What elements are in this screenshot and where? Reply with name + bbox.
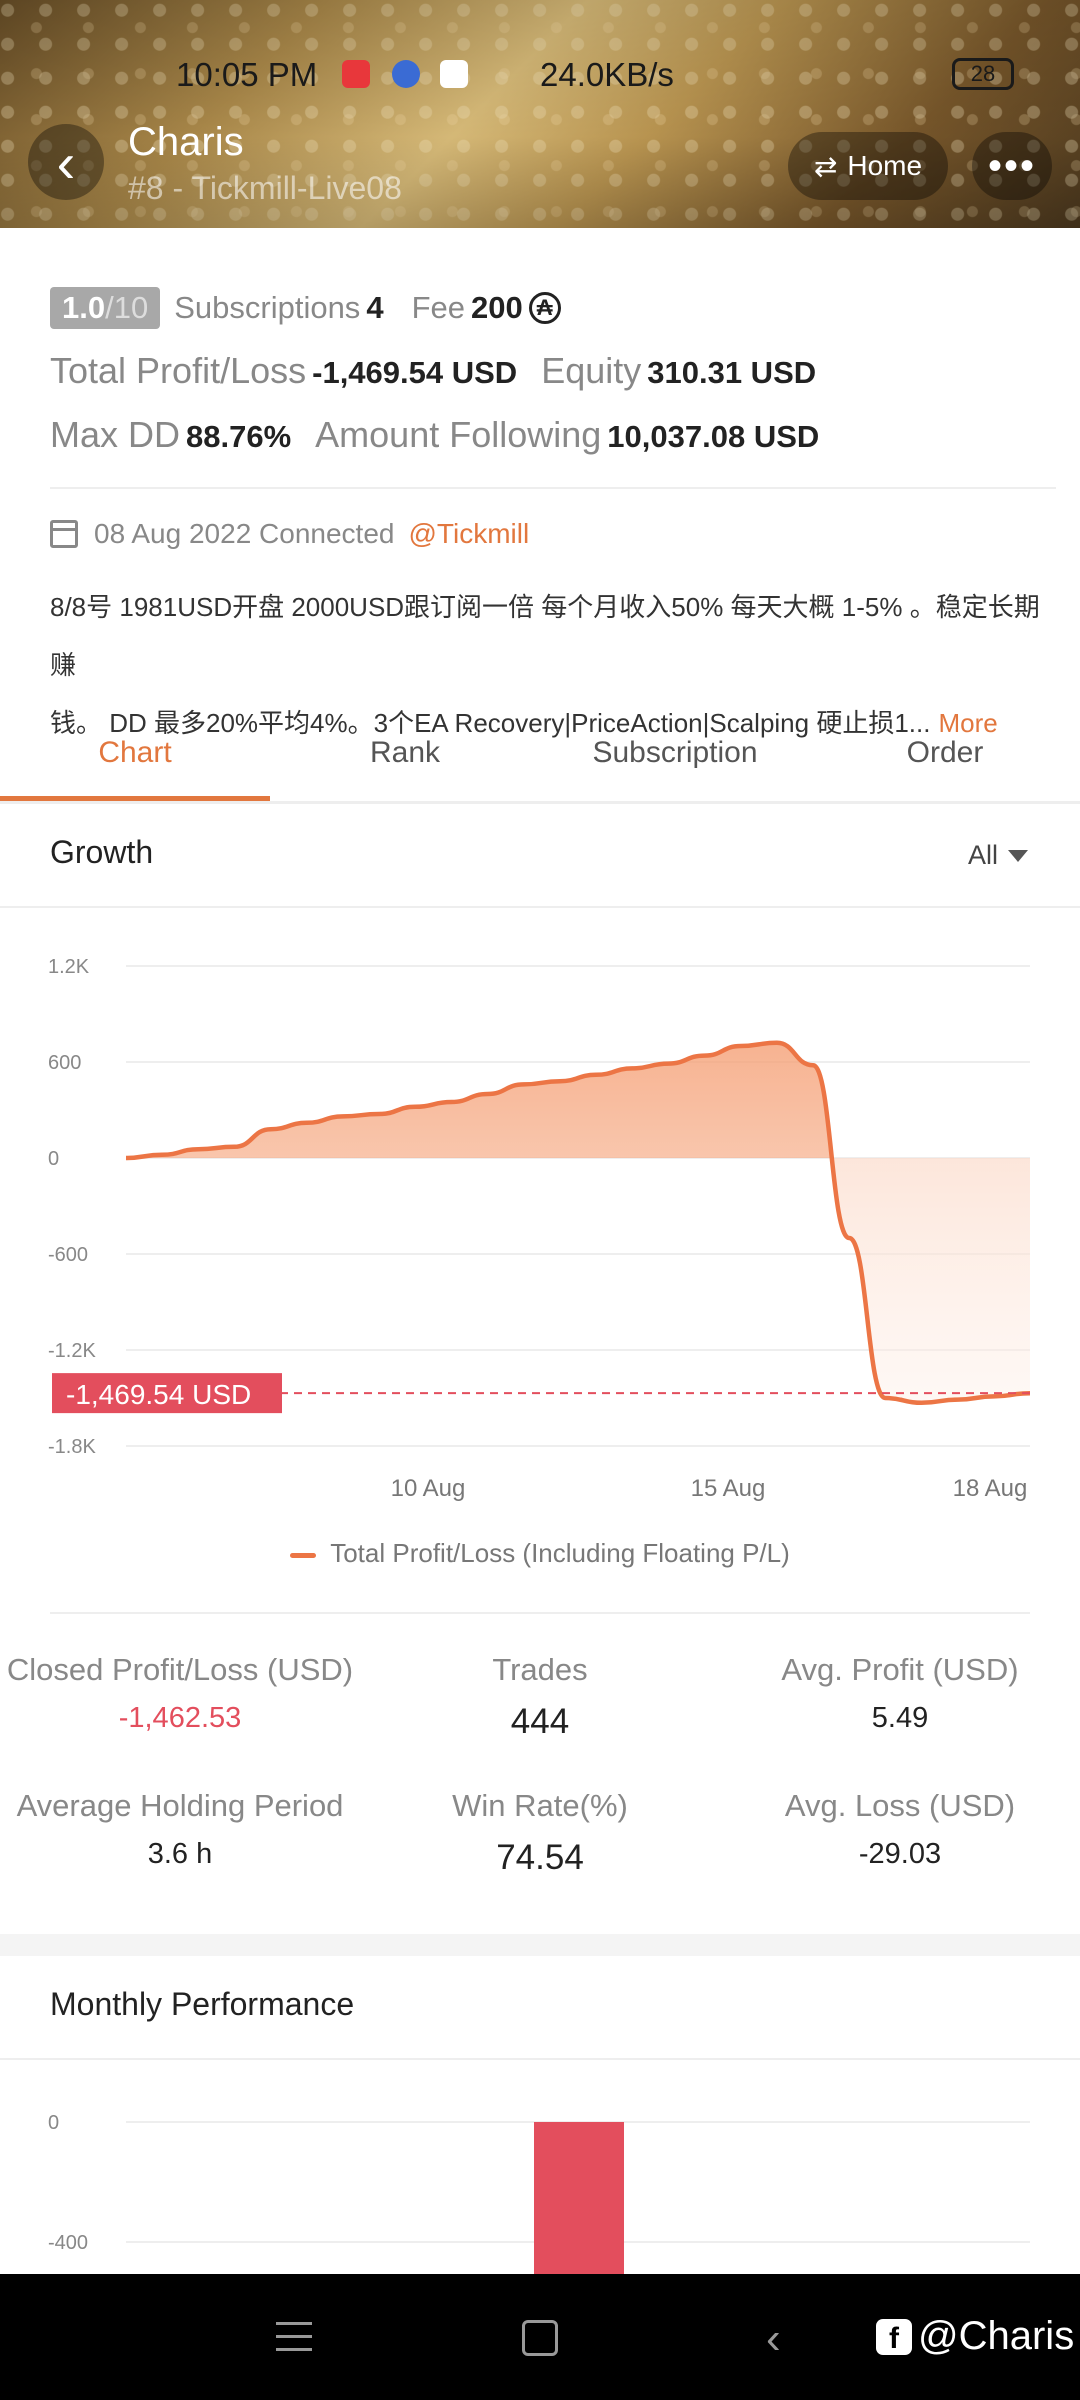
system-nav-bar: ‹ f @Charis: [0, 2274, 1080, 2400]
chart-legend: Total Profit/Loss (Including Floating P/…: [0, 1538, 1080, 1569]
fee-label: Fee: [411, 290, 465, 325]
fee-value: 200: [470, 290, 523, 325]
tab-rank[interactable]: Rank: [270, 724, 540, 804]
y-tick-label: 1.2K: [48, 956, 90, 978]
monthly-performance-title: Monthly Performance: [50, 1986, 355, 2022]
more-icon: •••: [987, 143, 1036, 188]
total-pl-value: -1,469.54 USD: [312, 355, 518, 390]
battery-icon: 28: [952, 58, 1014, 90]
following-label: Amount Following: [315, 414, 602, 455]
stat-holding-period: Average Holding Period 3.6 h: [16, 1788, 344, 1870]
growth-title: Growth: [50, 834, 154, 870]
y-tick-label: 600: [48, 1052, 81, 1074]
subscriptions-value: 4: [366, 290, 384, 325]
following-value: 10,037.08 USD: [607, 419, 820, 454]
monthly-bar: [534, 2122, 624, 2274]
growth-chart: 1.2K 600 0 -600 -1.2K -1.8K -1,469.54 USD 10 Au…: [48, 956, 1031, 1502]
play-store-icon: [440, 60, 468, 88]
stat-trades: Trades 444: [492, 1652, 588, 1741]
tab-chart[interactable]: Chart: [0, 724, 270, 804]
connected-date: 08 Aug 2022 Connected: [94, 518, 395, 549]
status-bar: 10:05 PM 24.0KB/s 28: [0, 52, 1080, 93]
coin-icon: ₳: [528, 292, 561, 324]
x-tick-label: 15 Aug: [691, 1475, 766, 1502]
x-tick-label: 18 Aug: [953, 1475, 1028, 1502]
divider: [0, 801, 1080, 804]
maxdd-value: 88.76%: [186, 419, 292, 454]
account-id: #8 - Tickmill-Live08: [128, 170, 402, 206]
period-filter-dropdown[interactable]: All: [968, 840, 1028, 871]
monthly-chart: 0 -400: [48, 2112, 1030, 2274]
legend-label: Total Profit/Loss (Including Floating P/…: [330, 1538, 790, 1568]
caret-down-icon: [1008, 849, 1028, 862]
tab-bar: Chart Rank Subscription Order: [0, 724, 1080, 804]
status-time: 10:05 PM: [176, 56, 318, 93]
back-button[interactable]: ‹: [28, 124, 104, 200]
back-nav-button[interactable]: ‹: [766, 2314, 781, 2364]
more-button[interactable]: •••: [972, 132, 1052, 200]
home-nav-button[interactable]: [522, 2320, 558, 2356]
summary-row-2: Total Profit/Loss -1,469.54 USD Equity 3…: [50, 350, 816, 392]
app-notification-icon: [342, 60, 370, 88]
calendar-icon: [50, 520, 78, 548]
summary-row-1: 1.0/10 Subscriptions 4 Fee 200 ₳: [50, 286, 561, 330]
legend-swatch: [290, 1552, 317, 1558]
stat-avg-loss: Avg. Loss (USD) -29.03: [784, 1788, 1016, 1870]
y-tick-label: -400: [48, 2232, 88, 2254]
divider: [50, 487, 1056, 489]
divider: [50, 1612, 1030, 1614]
period-filter-value: All: [967, 840, 998, 870]
tab-order[interactable]: Order: [810, 724, 1080, 804]
home-button-label: Home: [847, 150, 923, 181]
chevron-left-icon: ‹: [56, 130, 76, 194]
network-speed: 24.0KB/s: [540, 56, 674, 93]
maxdd-label: Max DD: [50, 414, 181, 455]
broker-link[interactable]: @Tickmill: [408, 518, 529, 550]
divider: [0, 906, 1080, 908]
settings-notification-icon: [392, 60, 420, 88]
stat-avg-profit: Avg. Profit (USD) 5.49: [781, 1652, 1019, 1734]
y-tick-label: -1.2K: [48, 1340, 96, 1362]
facebook-icon: f: [876, 2318, 912, 2355]
y-tick-label: 0: [48, 1148, 59, 1170]
x-tick-label: 10 Aug: [391, 1475, 466, 1502]
y-tick-label: -1.8K: [48, 1436, 96, 1458]
current-value-label: -1,469.54 USD: [66, 1379, 251, 1410]
home-button[interactable]: ⇄ Home: [788, 132, 948, 200]
summary-row-3: Max DD 88.76% Amount Following 10,037.08…: [50, 414, 819, 456]
tab-subscription[interactable]: Subscription: [540, 724, 810, 804]
trader-name: Charis: [128, 120, 244, 164]
stat-closed-pl: Closed Profit/Loss (USD) -1,462.53: [6, 1652, 354, 1734]
equity-value: 310.31 USD: [647, 355, 817, 390]
section-spacer: [0, 1934, 1080, 1956]
stat-win-rate: Win Rate(%) 74.54: [452, 1788, 628, 1877]
subscriptions-label: Subscriptions: [174, 290, 361, 325]
equity-label: Equity: [541, 350, 642, 391]
swap-icon: ⇄: [813, 150, 838, 182]
rating-badge: 1.0/10: [50, 287, 161, 329]
watermark: f @Charis: [876, 2314, 1074, 2359]
connection-info: 08 Aug 2022 Connected @Tickmill: [50, 518, 529, 550]
recents-button[interactable]: [276, 2322, 312, 2352]
y-tick-label: 0: [48, 2112, 59, 2134]
total-pl-label: Total Profit/Loss: [50, 350, 307, 391]
y-tick-label: -600: [48, 1244, 88, 1266]
